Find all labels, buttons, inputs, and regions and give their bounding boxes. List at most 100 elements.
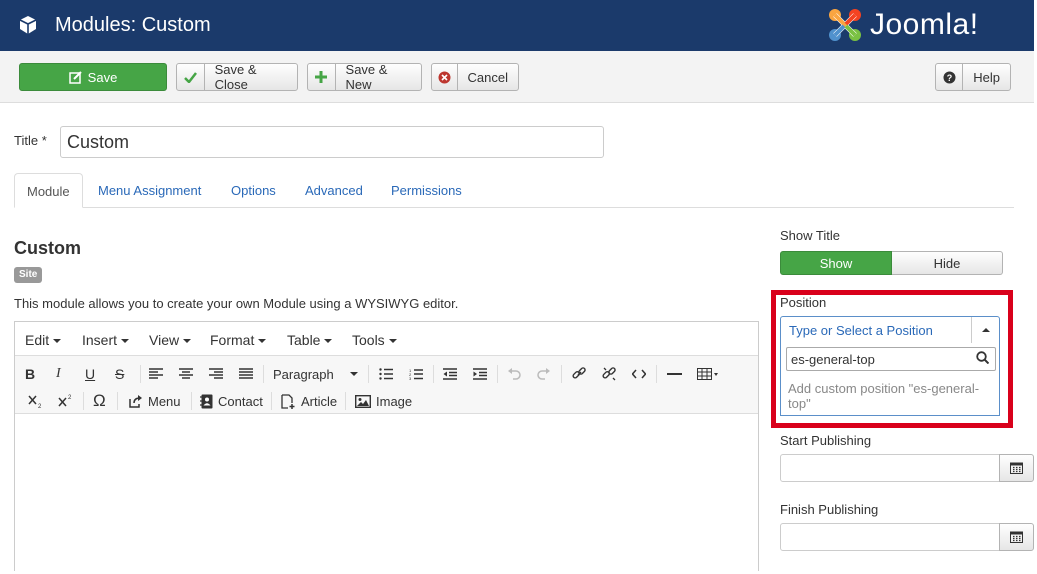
title-label: Title *	[14, 133, 47, 148]
strikethrough-icon[interactable]: S	[115, 364, 124, 384]
unlink-icon[interactable]	[602, 364, 617, 384]
superscript-icon[interactable]: 2	[58, 391, 74, 411]
subscript-icon[interactable]: 2	[28, 391, 44, 411]
toolbar-separator	[83, 392, 84, 410]
tab-advanced[interactable]: Advanced	[293, 173, 375, 208]
paragraph-format-select[interactable]: Paragraph	[273, 364, 358, 384]
insert-contact-button[interactable]: Contact	[200, 391, 263, 411]
hide-option[interactable]: Hide	[892, 251, 1003, 275]
omega-icon[interactable]: Ω	[93, 391, 106, 411]
tab-options[interactable]: Options	[219, 173, 288, 208]
image-icon	[355, 394, 371, 408]
file-add-icon	[281, 393, 295, 409]
undo-icon[interactable]	[507, 364, 521, 384]
start-publishing-label: Start Publishing	[780, 433, 872, 448]
add-custom-position-option[interactable]: Add custom position "es-general-top"	[788, 381, 993, 411]
position-placeholder: Type or Select a Position	[789, 323, 933, 338]
toolbar-separator	[368, 365, 369, 383]
insert-image-button[interactable]: Image	[355, 391, 412, 411]
chevron-up-icon[interactable]	[971, 317, 999, 343]
edit-icon	[68, 64, 82, 90]
help-button[interactable]: ? Help	[935, 63, 1011, 91]
finish-publishing-input[interactable]	[780, 523, 1000, 551]
title-input[interactable]	[60, 126, 604, 158]
toolbar-separator	[263, 365, 264, 383]
menu-table[interactable]: Table	[287, 332, 332, 348]
site-badge: Site	[14, 267, 43, 283]
svg-text:?: ?	[946, 73, 952, 83]
calendar-button[interactable]	[999, 454, 1034, 482]
share-icon	[129, 394, 142, 408]
toolbar-separator	[191, 392, 192, 410]
horizontal-rule-icon[interactable]	[667, 364, 682, 384]
save-new-button[interactable]: Save & New	[307, 62, 422, 92]
app-header: Modules: Custom Joomla!	[0, 0, 1034, 51]
page-title: Modules: Custom	[55, 14, 211, 36]
source-code-icon[interactable]	[632, 364, 646, 384]
outdent-icon[interactable]	[443, 364, 457, 384]
table-icon[interactable]	[697, 364, 721, 384]
toolbar-separator	[561, 365, 562, 383]
show-option[interactable]: Show	[780, 251, 892, 275]
cancel-icon	[432, 64, 458, 90]
tab-permissions[interactable]: Permissions	[379, 173, 474, 208]
cube-icon	[19, 16, 37, 34]
underline-icon[interactable]: U	[85, 364, 95, 384]
search-icon	[976, 351, 989, 364]
align-center-icon[interactable]	[179, 364, 193, 384]
insert-article-button[interactable]: Article	[281, 391, 337, 411]
show-title-toggle: Show Hide	[780, 251, 1003, 275]
plus-icon	[308, 64, 336, 90]
editor-menubar: Edit Insert View Format Table Tools	[15, 322, 758, 356]
italic-icon[interactable]: I	[56, 364, 61, 384]
tab-module[interactable]: Module	[14, 173, 83, 208]
insert-menu-button[interactable]: Menu	[128, 391, 181, 411]
joomla-wordmark: Joomla!	[870, 8, 979, 41]
align-left-icon[interactable]	[149, 364, 163, 384]
menu-insert[interactable]: Insert	[82, 332, 129, 348]
position-label: Position	[780, 295, 827, 310]
save-close-button[interactable]: Save & Close	[176, 62, 298, 92]
calendar-button[interactable]	[999, 523, 1034, 551]
chevron-down-icon	[350, 372, 358, 376]
editor-toolbar: B I U S Paragraph 123 2 2 Ω Menu Contact…	[15, 356, 758, 414]
tab-menu-assignment[interactable]: Menu Assignment	[86, 173, 213, 208]
tab-bar: Module Menu Assignment Options Advanced …	[14, 173, 1014, 208]
position-dropdown: Add custom position "es-general-top"	[780, 343, 1000, 416]
start-publishing-input[interactable]	[780, 454, 1000, 482]
indent-icon[interactable]	[473, 364, 487, 384]
menu-format[interactable]: Format	[210, 332, 266, 348]
svg-text:2: 2	[68, 395, 72, 401]
menu-view[interactable]: View	[149, 332, 191, 348]
question-icon: ?	[936, 64, 964, 90]
align-right-icon[interactable]	[209, 364, 223, 384]
cancel-button[interactable]: Cancel	[431, 63, 519, 91]
position-select[interactable]: Type or Select a Position	[780, 316, 1000, 344]
svg-text:2: 2	[38, 404, 42, 408]
link-icon[interactable]	[572, 364, 587, 384]
joomla-logo[interactable]: Joomla!	[826, 6, 979, 44]
bullet-list-icon[interactable]	[379, 364, 393, 384]
toolbar-separator	[656, 365, 657, 383]
calendar-icon	[1010, 531, 1023, 543]
toolbar-separator	[271, 392, 272, 410]
wysiwyg-editor: Edit Insert View Format Table Tools B I …	[14, 321, 759, 574]
module-heading: Custom	[14, 238, 81, 258]
calendar-icon	[1010, 462, 1023, 474]
module-description: This module allows you to create your ow…	[14, 296, 459, 311]
toolbar-separator	[345, 392, 346, 410]
editor-content-area[interactable]	[15, 414, 758, 574]
finish-publishing-label: Finish Publishing	[780, 502, 879, 517]
bold-icon[interactable]: B	[25, 364, 35, 384]
position-search-input[interactable]	[786, 347, 996, 371]
menu-edit[interactable]: Edit	[25, 332, 61, 348]
save-button[interactable]: Save	[19, 63, 167, 91]
address-book-icon	[200, 394, 213, 408]
show-title-label: Show Title	[780, 228, 840, 243]
toolbar: Save Save & Close Save & New Cancel ? He…	[0, 51, 1034, 103]
check-icon	[177, 64, 205, 90]
menu-tools[interactable]: Tools	[352, 332, 397, 348]
numbered-list-icon[interactable]: 123	[409, 364, 423, 384]
redo-icon[interactable]	[537, 364, 551, 384]
align-justify-icon[interactable]	[239, 364, 253, 384]
